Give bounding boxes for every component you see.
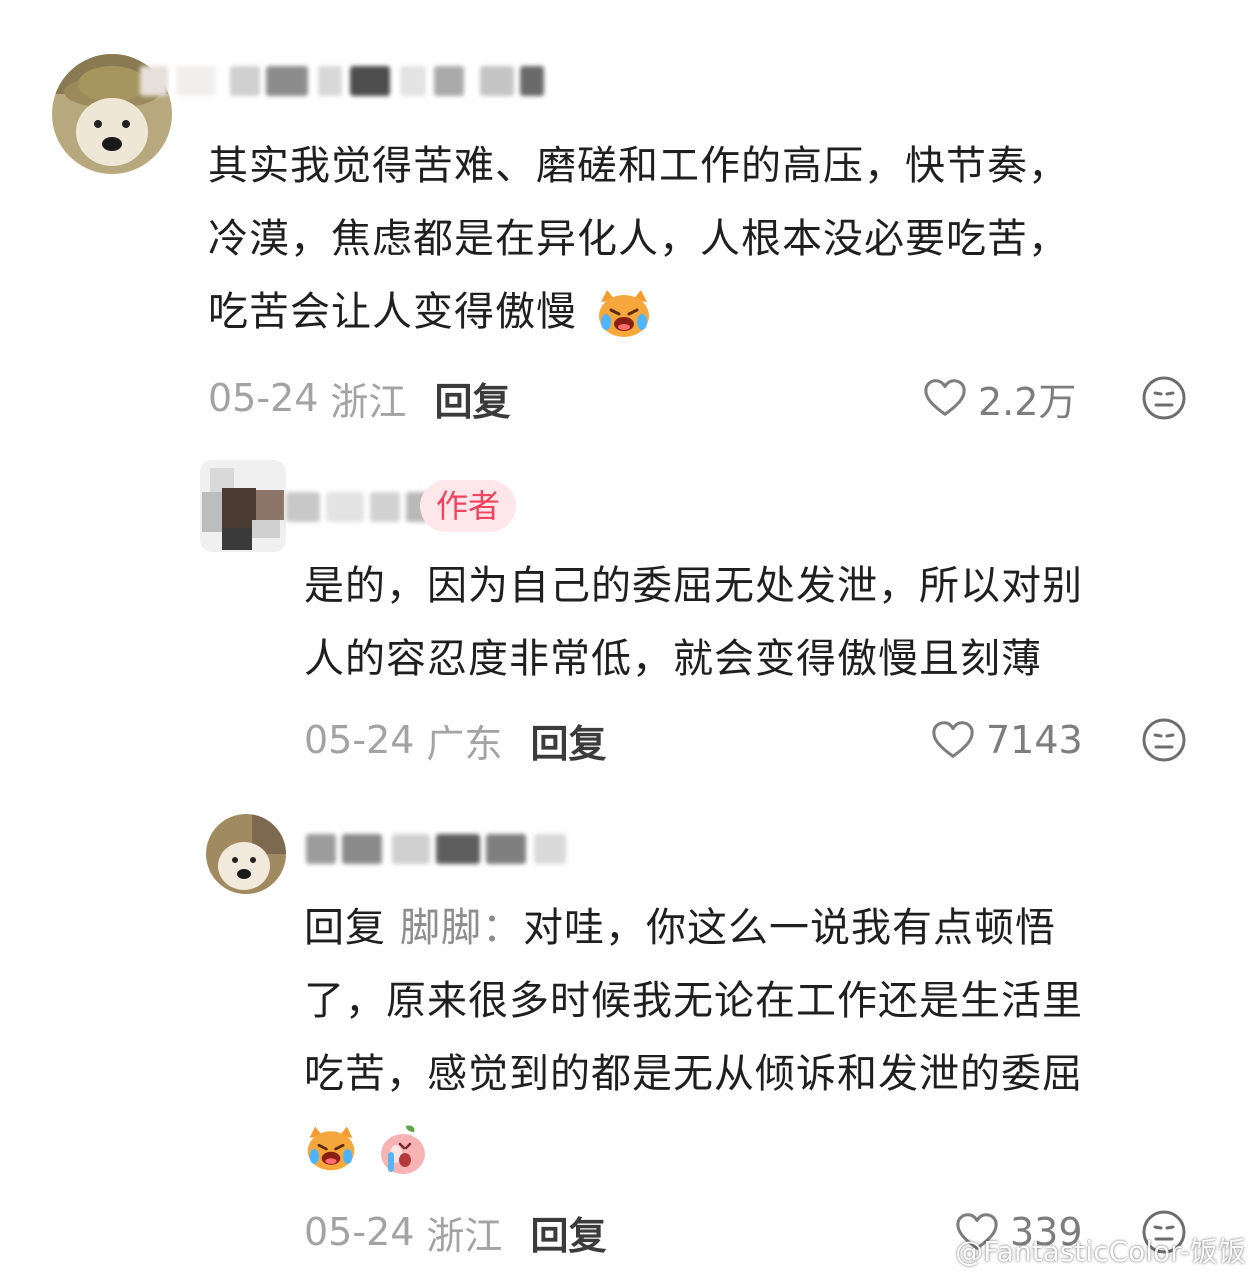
comment-text: 其实我觉得苦难、磨磋和工作的高压，快节奏， 冷漠，焦虑都是在异化人，人根本没必要… [208,130,1218,349]
comment-location: 广东 [426,721,503,766]
comment-text-line: 冷漠，焦虑都是在异化人，人根本没必要吃苦， [208,216,1069,262]
heart-outline-icon [924,379,966,416]
crying-cat-emoji [595,288,653,340]
reply-button[interactable]: 回复 [434,371,510,426]
watermark: @FantasticColor-饭饭 [909,1228,1246,1272]
username-blurred[interactable] [306,826,566,872]
username-blurred[interactable] [286,484,440,530]
crying-peach-emoji [376,1122,430,1176]
comment-text: 是的，因为自己的委屈无处发泄，所以对别 人的容忍度非常低，就会变得傲慢且刻薄 [304,550,1224,696]
reply-target-username[interactable]: 脚脚： [400,905,523,951]
comment-text-line: 人的容忍度非常低，就会变得傲慢且刻薄 [304,636,1042,682]
heart-outline-icon [932,721,974,758]
comment-text-line: 其实我觉得苦难、磨磋和工作的高压，快节奏， [208,143,1069,189]
avatar-blurred[interactable] [200,460,286,552]
neutral-face-icon[interactable] [1140,374,1188,422]
comment-text-line: 了，原来很多时候我无论在工作还是生活里 [304,978,1083,1024]
reply-button[interactable]: 回复 [530,1205,606,1260]
comment-date: 05-24 [304,1210,415,1254]
comment-text-span: 吃苦会让人变得傲慢 [208,289,577,335]
comment-text-line: 回复 脚脚：对哇，你这么一说我有点顿悟 [304,892,1224,965]
comment-date: 05-24 [304,718,415,762]
comment-date: 05-24 [208,376,319,420]
comment-text-line: 是的，因为自己的委屈无处发泄，所以对别 [304,563,1083,609]
weibo-logo-icon [910,1237,947,1266]
crying-cat-emoji [304,1124,358,1174]
username-blurred[interactable] [140,58,544,104]
reply-prefix: 回复 [304,905,386,951]
neutral-face-icon[interactable] [1140,716,1188,764]
comment-emoji-line [304,1111,1224,1184]
author-badge: 作者 [420,480,517,532]
avatar-dog[interactable] [206,814,286,894]
like-button[interactable]: 2.2万 [922,368,1076,428]
like-button[interactable]: 7143 [930,710,1083,770]
comment-text: 回复 脚脚：对哇，你这么一说我有点顿悟 了，原来很多时候我无论在工作还是生活里 吃… [304,892,1224,1184]
reply-button[interactable]: 回复 [530,713,606,768]
comment-location: 浙江 [426,1213,503,1258]
comment-text-line: 吃苦，感觉到的都是无从倾诉和发泄的委屈 [304,1051,1083,1097]
comment-3: 回复 脚脚：对哇，你这么一说我有点顿悟 了，原来很多时候我无论在工作还是生活里 吃… [0,790,1260,1284]
comment-1: 其实我觉得苦难、磨磋和工作的高压，快节奏， 冷漠，焦虑都是在异化人，人根本没必要… [0,0,1260,440]
comment-2: 作者 是的，因为自己的委屈无处发泄，所以对别 人的容忍度非常低，就会变得傲慢且刻… [0,440,1260,790]
comment-location: 浙江 [330,379,407,424]
comment-text-line: 吃苦会让人变得傲慢 [208,276,1218,349]
comment-meta: 05-24 广东 回复 [304,710,606,770]
comment-meta: 05-24 浙江 回复 [208,368,510,428]
watermark-text: @FantasticColor-饭饭 [955,1235,1246,1268]
comment-text-span: 对哇，你这么一说我有点顿悟 [523,905,1056,951]
like-count: 2.2万 [978,379,1077,424]
like-count: 7143 [986,718,1083,762]
comment-meta: 05-24 浙江 回复 [304,1202,606,1262]
